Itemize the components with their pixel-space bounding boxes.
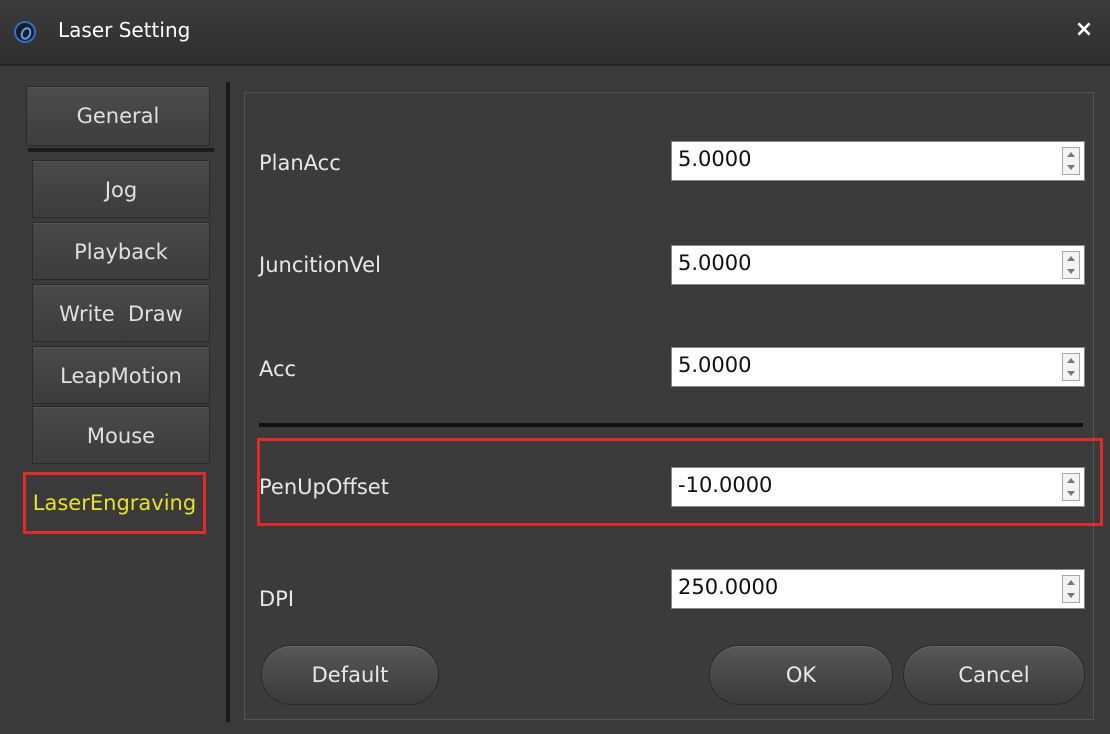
nav-general-button[interactable]: General <box>26 86 210 146</box>
spin-down-icon[interactable] <box>1067 269 1075 274</box>
penupoffset-field[interactable]: -10.0000 <box>671 467 1085 507</box>
planacc-field[interactable]: 5.0000 <box>671 141 1085 181</box>
nav-mouse-button[interactable]: Mouse <box>32 406 210 464</box>
juncitionvel-label: JuncitionVel <box>259 253 381 277</box>
spin-down-icon[interactable] <box>1067 491 1075 496</box>
close-icon[interactable]: × <box>1070 16 1098 44</box>
acc-spinner[interactable] <box>1062 353 1080 381</box>
juncitionvel-field[interactable]: 5.0000 <box>671 245 1085 285</box>
spin-up-icon[interactable] <box>1067 256 1075 261</box>
nav-laser-engraving-button[interactable]: LaserEngraving <box>23 472 206 534</box>
window-title: Laser Setting <box>58 18 191 42</box>
nav-playback-button[interactable]: Playback <box>32 222 210 280</box>
juncitionvel-value[interactable]: 5.0000 <box>678 251 751 275</box>
nav-divider <box>28 148 214 152</box>
vertical-divider <box>226 82 230 722</box>
cancel-button[interactable]: Cancel <box>903 645 1085 705</box>
planacc-value[interactable]: 5.0000 <box>678 147 751 171</box>
nav-jog-button[interactable]: Jog <box>32 160 210 218</box>
planacc-spinner[interactable] <box>1062 147 1080 175</box>
title-bar: Laser Setting × <box>0 0 1110 66</box>
penupoffset-label: PenUpOffset <box>259 475 389 499</box>
spin-down-icon[interactable] <box>1067 371 1075 376</box>
nav-leapmotion-button[interactable]: LeapMotion <box>32 346 210 404</box>
planacc-label: PlanAcc <box>259 151 341 175</box>
acc-value[interactable]: 5.0000 <box>678 353 751 377</box>
laser-setting-dialog: Laser Setting × General Jog Playback Wri… <box>0 0 1110 734</box>
settings-nav: General Jog Playback Write Draw LeapMoti… <box>20 82 216 722</box>
nav-write-draw-button[interactable]: Write Draw <box>32 284 210 342</box>
spin-up-icon[interactable] <box>1067 478 1075 483</box>
dpi-spinner[interactable] <box>1062 575 1080 603</box>
spin-down-icon[interactable] <box>1067 593 1075 598</box>
spin-down-icon[interactable] <box>1067 165 1075 170</box>
dpi-value[interactable]: 250.0000 <box>678 575 778 599</box>
ok-button[interactable]: OK <box>709 645 893 705</box>
penupoffset-spinner[interactable] <box>1062 473 1080 501</box>
app-logo-icon <box>14 21 36 43</box>
acc-label: Acc <box>259 357 297 381</box>
settings-panel: PlanAcc 5.0000 JuncitionVel 5.0000 Acc 5… <box>244 92 1103 720</box>
dpi-label: DPI <box>259 587 295 611</box>
acc-field[interactable]: 5.0000 <box>671 347 1085 387</box>
spin-up-icon[interactable] <box>1067 580 1075 585</box>
dpi-field[interactable]: 250.0000 <box>671 569 1085 609</box>
juncitionvel-spinner[interactable] <box>1062 251 1080 279</box>
penupoffset-value[interactable]: -10.0000 <box>678 473 772 497</box>
spin-up-icon[interactable] <box>1067 358 1075 363</box>
section-separator <box>259 423 1083 427</box>
spin-up-icon[interactable] <box>1067 152 1075 157</box>
default-button[interactable]: Default <box>261 645 439 705</box>
